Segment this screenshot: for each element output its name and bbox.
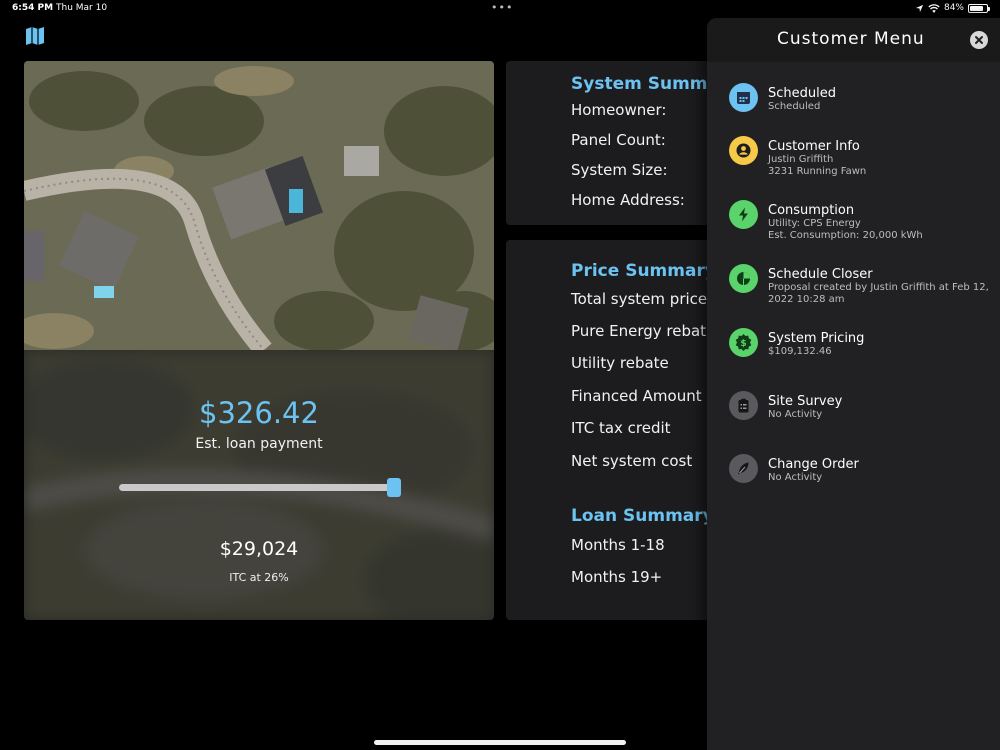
summary-row-label: Home Address: [571,191,685,209]
menu-item-title: System Pricing [768,331,865,346]
menu-item-texts: Schedule Closer Proposal created by Just… [768,267,994,306]
loan-row-label: Months 19+ [571,568,663,586]
menu-item-subtitle: $109,132.46 [768,346,832,357]
customer-menu-title: Customer Menu [777,29,925,49]
battery-percent: 84% [943,3,964,13]
itc-amount: $29,024 [219,538,299,560]
calendar-icon [729,83,758,112]
summary-row-label: System Size: [571,161,668,179]
price-row-label: Financed Amount [571,387,702,405]
menu-item-subtitle: No Activity [768,409,823,420]
menu-item-title: Consumption [768,203,855,218]
price-row-label: ITC tax credit [571,419,671,437]
status-indicators: 84% [915,3,990,13]
close-menu-button[interactable] [970,31,988,49]
loan-estimate-card: $326.42 Est. loan payment $29,024 ITC at… [24,61,494,620]
menu-item-title: Customer Info [768,139,860,154]
menu-item-subtitle: Est. Consumption: 20,000 kWh [768,230,923,241]
battery-icon [968,3,990,13]
pen-icon [729,454,758,483]
pie-chart-icon [729,264,758,293]
loan-summary-title: Loan Summary [571,506,714,526]
loan-payment-amount: $326.42 [199,396,319,430]
menu-item-title: Site Survey [768,394,843,409]
summary-row-label: Homeowner: [571,101,667,119]
itc-label: ITC at 26% [229,571,289,584]
loan-term-slider-track[interactable] [119,484,395,491]
menu-item-texts: System Pricing $109,132.46 [768,331,994,358]
price-summary-title: Price Summary [571,261,716,281]
svg-text:$: $ [740,339,746,349]
person-icon [729,136,758,165]
menu-item-title: Schedule Closer [768,267,873,282]
status-bar: 6:54 PM Thu Mar 10 ••• 84% [0,0,1000,18]
wifi-icon [928,3,940,13]
home-indicator[interactable] [374,740,626,745]
loan-term-slider-handle[interactable] [387,478,401,497]
status-time: 6:54 PM [12,3,54,13]
menu-item-subtitle: Proposal created by Justin Griffith at F… [768,282,989,305]
multitasking-dots-icon[interactable]: ••• [491,1,513,14]
customer-menu-header: Customer Menu [707,18,1000,62]
dollar-badge-icon: $ [729,328,758,357]
close-icon [975,36,983,44]
map-icon[interactable] [24,25,46,47]
price-row-label: Utility rebate [571,354,669,372]
aerial-property-image [24,61,494,350]
menu-item-subtitle: No Activity [768,472,823,483]
loan-payment-label: Est. loan payment [195,436,323,452]
clipboard-icon [729,391,758,420]
price-row-label: Pure Energy rebate [571,322,716,340]
menu-item-subtitle: Scheduled [768,101,821,112]
app-screen: 6:54 PM Thu Mar 10 ••• 84% $326.42 Est. … [0,0,1000,750]
price-row-label: Net system cost [571,452,693,470]
menu-item-title: Scheduled [768,86,836,101]
menu-item-subtitle: 3231 Running Fawn [768,166,867,177]
loan-row-label: Months 1-18 [571,536,665,554]
menu-item-title: Change Order [768,457,859,472]
menu-item-subtitle: Utility: CPS Energy [768,218,861,229]
customer-menu-panel: Customer Menu Scheduled Scheduled Custom… [707,18,1000,750]
menu-item-subtitle: Justin Griffith [768,154,834,165]
price-row-label: Total system price [571,290,708,308]
menu-item-texts: Consumption Utility: CPS Energy Est. Con… [768,203,994,242]
battery-level [970,5,984,11]
menu-item-texts: Change Order No Activity [768,457,994,484]
status-date: Thu Mar 10 [56,3,108,13]
menu-item-texts: Site Survey No Activity [768,394,994,421]
menu-item-texts: Scheduled Scheduled [768,86,994,113]
location-arrow-icon [915,4,924,12]
menu-item-texts: Customer Info Justin Griffith 3231 Runni… [768,139,994,178]
lightning-icon [729,200,758,229]
summary-row-label: Panel Count: [571,131,666,149]
